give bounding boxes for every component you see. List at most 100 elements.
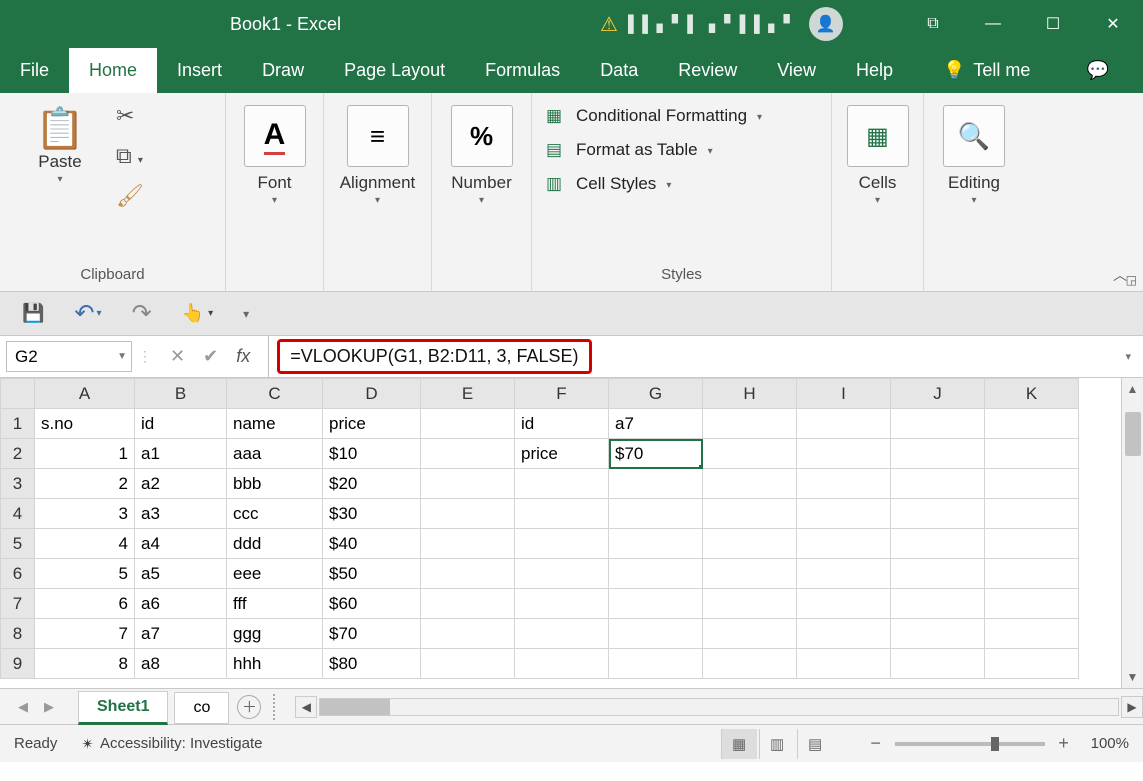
cell-H1[interactable] — [703, 409, 797, 439]
name-box[interactable]: G2 ▼ — [6, 341, 132, 372]
chevron-down-icon[interactable]: ▼ — [117, 351, 127, 362]
font-button[interactable]: A Font ▾ — [236, 101, 313, 206]
cell-G9[interactable] — [609, 649, 703, 679]
cell-G5[interactable] — [609, 529, 703, 559]
cell-C7[interactable]: fff — [227, 589, 323, 619]
row-header-3[interactable]: 3 — [1, 469, 35, 499]
page-layout-view-button[interactable]: ▥ — [759, 729, 795, 759]
cell-A8[interactable]: 7 — [35, 619, 135, 649]
cell-E4[interactable] — [421, 499, 515, 529]
cell-J1[interactable] — [891, 409, 985, 439]
tab-view[interactable]: View — [757, 48, 836, 93]
cell-I8[interactable] — [797, 619, 891, 649]
cell-I1[interactable] — [797, 409, 891, 439]
cell-B3[interactable]: a2 — [135, 469, 227, 499]
account-icon[interactable]: 👤 — [809, 7, 843, 41]
cell-E2[interactable] — [421, 439, 515, 469]
cell-D2[interactable]: $10 — [323, 439, 421, 469]
accessibility-checker[interactable]: ✴ Accessibility: Investigate — [81, 735, 262, 753]
cell-E6[interactable] — [421, 559, 515, 589]
cell-C9[interactable]: hhh — [227, 649, 323, 679]
ribbon-display-options[interactable]: ⧉ — [903, 0, 963, 48]
col-header-J[interactable]: J — [891, 379, 985, 409]
tab-help[interactable]: Help — [836, 48, 913, 93]
format-as-table-button[interactable]: ▤ Format as Table ▾ — [542, 139, 762, 161]
cell-D1[interactable]: price — [323, 409, 421, 439]
cell-styles-button[interactable]: ▥ Cell Styles ▾ — [542, 173, 762, 195]
cell-D5[interactable]: $40 — [323, 529, 421, 559]
zoom-out-button[interactable]: − — [867, 733, 885, 754]
copy-button[interactable]: ⧉ ▾ — [116, 143, 143, 169]
cell-K1[interactable] — [985, 409, 1079, 439]
cell-C4[interactable]: ccc — [227, 499, 323, 529]
cell-F7[interactable] — [515, 589, 609, 619]
cell-A2[interactable]: 1 — [35, 439, 135, 469]
horizontal-scroll-track[interactable] — [319, 698, 1119, 716]
cell-K6[interactable] — [985, 559, 1079, 589]
normal-view-button[interactable]: ▦ — [721, 729, 757, 759]
cell-A6[interactable]: 5 — [35, 559, 135, 589]
cell-J2[interactable] — [891, 439, 985, 469]
tell-me-search[interactable]: 💡 Tell me — [923, 48, 1050, 93]
row-header-7[interactable]: 7 — [1, 589, 35, 619]
cell-F4[interactable] — [515, 499, 609, 529]
scroll-right-button[interactable]: ▶ — [1121, 696, 1143, 718]
col-header-B[interactable]: B — [135, 379, 227, 409]
cell-J9[interactable] — [891, 649, 985, 679]
cell-C8[interactable]: ggg — [227, 619, 323, 649]
cell-D4[interactable]: $30 — [323, 499, 421, 529]
sheet-nav-next[interactable]: ▶ — [44, 699, 54, 715]
maximize-button[interactable]: ☐ — [1023, 0, 1083, 48]
cancel-formula-button[interactable]: ✕ — [170, 346, 185, 367]
row-header-9[interactable]: 9 — [1, 649, 35, 679]
cell-G6[interactable] — [609, 559, 703, 589]
scroll-up-button[interactable]: ▲ — [1122, 378, 1143, 400]
tab-data[interactable]: Data — [580, 48, 658, 93]
collapse-ribbon-button[interactable]: ︿ — [1113, 265, 1127, 285]
minimize-button[interactable]: — — [963, 0, 1023, 48]
cell-J8[interactable] — [891, 619, 985, 649]
cell-E8[interactable] — [421, 619, 515, 649]
cell-E1[interactable] — [421, 409, 515, 439]
page-break-view-button[interactable]: ▤ — [797, 729, 833, 759]
cell-B7[interactable]: a6 — [135, 589, 227, 619]
cell-H4[interactable] — [703, 499, 797, 529]
cell-B6[interactable]: a5 — [135, 559, 227, 589]
cell-B2[interactable]: a1 — [135, 439, 227, 469]
col-header-K[interactable]: K — [985, 379, 1079, 409]
cell-A5[interactable]: 4 — [35, 529, 135, 559]
zoom-slider[interactable] — [895, 742, 1045, 746]
cell-C3[interactable]: bbb — [227, 469, 323, 499]
cell-F8[interactable] — [515, 619, 609, 649]
col-header-H[interactable]: H — [703, 379, 797, 409]
cell-F1[interactable]: id — [515, 409, 609, 439]
insert-function-button[interactable]: fx — [236, 346, 250, 367]
row-header-6[interactable]: 6 — [1, 559, 35, 589]
cell-K5[interactable] — [985, 529, 1079, 559]
cell-A3[interactable]: 2 — [35, 469, 135, 499]
cell-A4[interactable]: 3 — [35, 499, 135, 529]
vertical-scrollbar[interactable]: ▲ ▼ — [1121, 378, 1143, 688]
number-button[interactable]: % Number ▾ — [442, 101, 521, 206]
cell-J7[interactable] — [891, 589, 985, 619]
cell-D6[interactable]: $50 — [323, 559, 421, 589]
cell-G7[interactable] — [609, 589, 703, 619]
cell-I2[interactable] — [797, 439, 891, 469]
cell-E3[interactable] — [421, 469, 515, 499]
cell-D7[interactable]: $60 — [323, 589, 421, 619]
cell-I9[interactable] — [797, 649, 891, 679]
vertical-scroll-thumb[interactable] — [1125, 412, 1141, 456]
col-header-E[interactable]: E — [421, 379, 515, 409]
sheet-tab-co[interactable]: co — [174, 692, 229, 724]
tab-review[interactable]: Review — [658, 48, 757, 93]
tab-formulas[interactable]: Formulas — [465, 48, 580, 93]
cell-F9[interactable] — [515, 649, 609, 679]
horizontal-scrollbar[interactable]: ◀ ▶ — [295, 696, 1143, 718]
formula-input[interactable]: =VLOOKUP(G1, B2:D11, 3, FALSE) ▾ — [269, 336, 1143, 377]
conditional-formatting-button[interactable]: ▦ Conditional Formatting ▾ — [542, 105, 762, 127]
col-header-G[interactable]: G — [609, 379, 703, 409]
cell-C5[interactable]: ddd — [227, 529, 323, 559]
cell-E9[interactable] — [421, 649, 515, 679]
cell-G3[interactable] — [609, 469, 703, 499]
redo-button[interactable]: ↷ — [132, 299, 152, 328]
